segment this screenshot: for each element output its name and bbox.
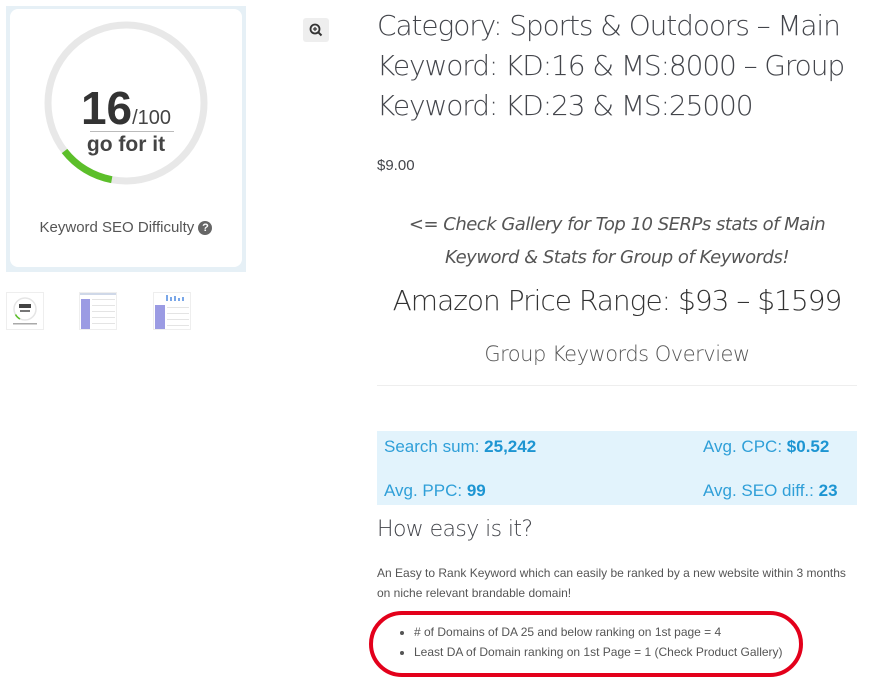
zoom-button[interactable] (303, 18, 329, 42)
kd-caption-text: Keyword SEO Difficulty (39, 219, 195, 236)
kd-divider (90, 131, 174, 132)
keyword-stats-box: Search sum: 25,242 Avg. CPC: $0.52 Avg. … (377, 431, 857, 505)
stat-avg-seo-value: 23 (818, 481, 838, 500)
red-highlight-ellipse (369, 611, 803, 677)
stat-avg-ppc-value: 99 (466, 481, 486, 500)
kd-score: 16/100 (10, 81, 242, 135)
kd-score-max: /100 (132, 107, 172, 129)
group-keywords-heading: Group Keywords Overview (484, 342, 750, 366)
zoom-in-icon (309, 23, 323, 37)
ease-description: An Easy to Rank Keyword which can easily… (377, 566, 846, 600)
section-divider (377, 385, 857, 386)
keyword-difficulty-card: 16/100 go for it Keyword SEO Difficulty … (10, 9, 242, 267)
kd-verdict: go for it (86, 133, 166, 156)
gallery-note: <= Check Gallery for Top 10 SERPs stats … (408, 214, 826, 268)
product-price: $9.00 (377, 157, 415, 174)
stat-avg-seo: Avg. SEO diff.: 23 (703, 481, 838, 501)
amazon-price-range: Amazon Price Range: $93 – $1599 (392, 284, 843, 317)
stat-search-sum-label: Search sum: (384, 437, 485, 456)
help-icon[interactable]: ? (198, 221, 213, 235)
stat-avg-ppc: Avg. PPC: 99 (384, 481, 486, 501)
thumbnail-gauge-image (13, 297, 37, 325)
stat-avg-cpc-label: Avg. CPC: (703, 437, 787, 456)
stat-search-sum-value: 25,242 (484, 437, 537, 456)
stat-search-sum: Search sum: 25,242 (384, 437, 536, 457)
stat-avg-ppc-label: Avg. PPC: (384, 481, 467, 500)
thumbnail-group-image (155, 295, 189, 329)
gallery-thumbnail-serp-stats[interactable] (79, 292, 117, 330)
stat-avg-cpc: Avg. CPC: $0.52 (703, 437, 829, 457)
kd-score-value: 16 (80, 82, 133, 134)
thumbnail-serp-image (80, 293, 116, 329)
product-image-main[interactable]: 16/100 go for it Keyword SEO Difficulty … (6, 6, 246, 272)
stat-avg-seo-label: Avg. SEO diff.: (703, 481, 819, 500)
gallery-thumbnail-gauge[interactable] (6, 292, 44, 330)
how-easy-heading: How easy is it? (377, 517, 533, 542)
stat-avg-cpc-value: $0.52 (786, 437, 830, 456)
kd-caption: Keyword SEO Difficulty ? (10, 219, 242, 236)
gallery-thumbnail-group-keywords[interactable] (153, 292, 191, 330)
product-title: Category: Sports & Outdoors – Main Keywo… (377, 9, 845, 122)
